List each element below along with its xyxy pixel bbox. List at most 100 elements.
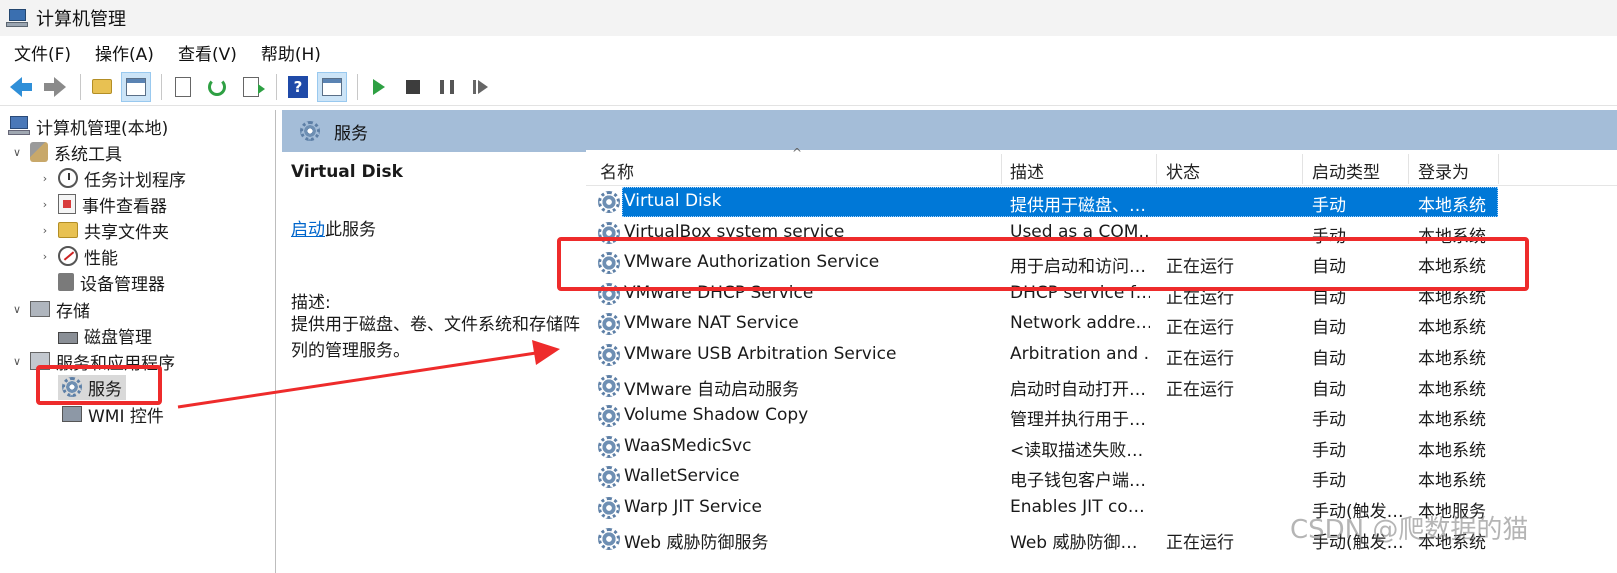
title-bar: 计算机管理 [0, 0, 1617, 36]
tree-item-task-scheduler[interactable]: › 任务计划程序 [38, 165, 186, 191]
table-row[interactable]: VMware USB Arbitration Service Arbitratio… [586, 340, 1617, 370]
service-description: 启动时自动打开… [1010, 379, 1146, 400]
chevron-right-icon[interactable]: › [38, 198, 52, 211]
service-startup-type: 手动 [1312, 196, 1346, 216]
watermark: CSDN @爬数据的猫 [1290, 515, 1529, 545]
description-label: 描述: [291, 293, 331, 313]
column-divider[interactable] [1408, 154, 1409, 184]
column-header-startup-type[interactable]: 启动类型 [1312, 158, 1380, 183]
service-name: Volume Shadow Copy [624, 405, 809, 426]
column-divider[interactable] [1001, 154, 1002, 184]
chevron-down-icon[interactable]: ∨ [10, 355, 24, 368]
content-title: 服务 [334, 123, 368, 144]
service-startup-type: 自动 [1312, 379, 1346, 400]
toolbar-separator [276, 73, 277, 100]
service-startup-type: 自动 [1312, 318, 1346, 339]
service-logon: 本地系统 [1418, 318, 1486, 339]
menu-action[interactable]: 操作(A) [95, 40, 154, 65]
restart-service-button[interactable] [466, 72, 496, 102]
column-divider[interactable] [1156, 154, 1157, 184]
service-description: 管理并执行用于… [1010, 410, 1146, 431]
service-description: Enables JIT co… [1010, 497, 1145, 517]
table-row[interactable]: Virtual Disk 提供用于磁盘、… 手动 本地系统 [586, 187, 1617, 217]
tree-item-event-viewer[interactable]: › 事件查看器 [38, 191, 167, 217]
service-description: Arbitration and … [1010, 344, 1150, 364]
stop-service-button[interactable] [398, 72, 428, 102]
service-gear-icon [598, 497, 620, 519]
column-header: ^ 名称 描述 状态 启动类型 登录为 [586, 146, 1617, 186]
tree-item-storage[interactable]: ∨ 存储 [10, 296, 90, 322]
annotation-box-vmware-authorization [557, 237, 1529, 291]
properties-button[interactable] [168, 72, 198, 102]
service-name: VMware 自动启动服务 [624, 379, 800, 400]
menu-bar: 文件(F) 操作(A) 查看(V) 帮助(H) [0, 36, 1617, 68]
service-startup-type: 自动 [1312, 349, 1346, 369]
refresh-icon [208, 77, 226, 96]
show-action-pane-button[interactable] [317, 71, 347, 102]
menu-view[interactable]: 查看(V) [178, 40, 237, 65]
table-row[interactable]: WaaSMedicSvc <读取描述失败… 手动 本地系统 [586, 432, 1617, 462]
column-divider[interactable] [1498, 154, 1499, 184]
menu-help[interactable]: 帮助(H) [261, 40, 321, 65]
menu-file[interactable]: 文件(F) [14, 40, 71, 65]
pause-service-button[interactable] [432, 72, 462, 102]
table-row[interactable]: VMware 自动启动服务 启动时自动打开… 正在运行 自动 本地系统 [586, 371, 1617, 401]
back-button[interactable] [6, 72, 36, 102]
show-hide-tree-icon [126, 77, 146, 96]
up-level-button[interactable] [87, 72, 117, 102]
service-gear-icon [598, 435, 620, 458]
wmi-icon [62, 406, 82, 422]
start-service-link[interactable]: 启动 [291, 220, 325, 240]
service-gear-icon [598, 405, 620, 428]
chevron-right-icon[interactable]: › [38, 250, 52, 263]
service-logon: 本地系统 [1418, 440, 1486, 461]
show-action-pane-icon [322, 77, 342, 96]
chevron-down-icon[interactable]: ∨ [10, 146, 24, 159]
table-row[interactable]: WalletService 电子钱包客户端… 手动 本地系统 [586, 462, 1617, 492]
toolbar: ? [0, 68, 1617, 106]
service-logon: 本地系统 [1418, 471, 1486, 492]
tree-item-shared-folders[interactable]: › 共享文件夹 [38, 217, 169, 243]
content-header: 服务 [282, 110, 1617, 152]
gear-icon [300, 121, 320, 141]
service-gear-icon [598, 313, 620, 336]
event-log-icon [58, 194, 76, 214]
chevron-right-icon[interactable]: › [38, 172, 52, 185]
service-description: 提供用于磁盘、… [1010, 196, 1146, 216]
export-list-button[interactable] [236, 72, 266, 102]
chevron-down-icon[interactable]: ∨ [10, 303, 24, 316]
column-header-description[interactable]: 描述 [1010, 158, 1044, 183]
chevron-right-icon[interactable]: › [38, 224, 52, 237]
tree-item-disk-management[interactable]: 磁盘管理 [58, 322, 152, 348]
service-startup-type: 手动 [1312, 410, 1346, 431]
toolbar-separator [161, 73, 162, 100]
service-name: Web 威胁防御服务 [624, 532, 769, 553]
toolbar-separator [80, 73, 81, 100]
tree-item-performance[interactable]: › 性能 [38, 243, 118, 269]
service-name: Virtual Disk [624, 191, 722, 211]
tree-item-system-tools[interactable]: ∨ 系统工具 [10, 139, 122, 165]
device-icon [58, 273, 74, 291]
table-row[interactable]: Volume Shadow Copy 管理并执行用于… 手动 本地系统 [586, 401, 1617, 431]
service-name: WalletService [624, 466, 740, 487]
tree-item-label: 任务计划程序 [84, 170, 186, 191]
properties-icon [175, 76, 191, 97]
column-header-logon[interactable]: 登录为 [1418, 158, 1469, 183]
tools-icon [30, 142, 48, 162]
window-title: 计算机管理 [36, 9, 126, 30]
column-header-status[interactable]: 状态 [1166, 158, 1200, 183]
forward-button[interactable] [40, 72, 70, 102]
service-description: 电子钱包客户端… [1010, 471, 1146, 492]
tree-item-root[interactable]: 计算机管理(本地) [8, 113, 168, 139]
service-logon: 本地系统 [1418, 349, 1486, 369]
show-hide-tree-button[interactable] [121, 71, 151, 102]
table-row[interactable]: VMware NAT Service Network addre… 正在运行 自动 本地… [586, 309, 1617, 339]
service-gear-icon [598, 527, 620, 550]
tree-item-device-manager[interactable]: 设备管理器 [58, 269, 165, 295]
refresh-button[interactable] [202, 72, 232, 102]
help-button[interactable]: ? [283, 72, 313, 102]
column-divider[interactable] [1302, 154, 1303, 184]
column-header-name[interactable]: 名称 [600, 158, 634, 183]
service-description: Web 威胁防御… [1010, 532, 1138, 553]
start-service-button[interactable] [364, 72, 394, 102]
